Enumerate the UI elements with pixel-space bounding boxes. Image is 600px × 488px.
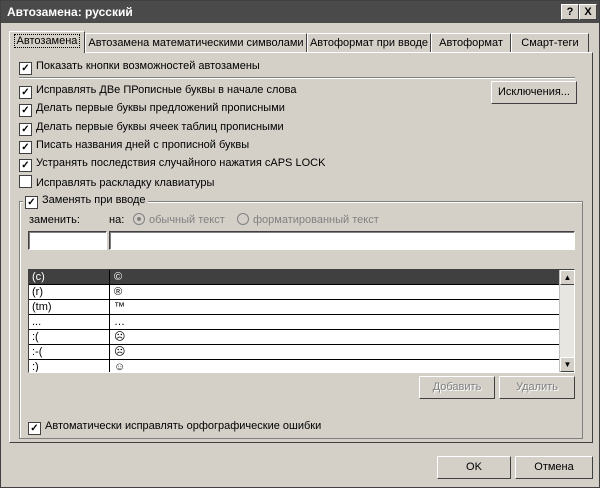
checkbox-checked[interactable]: ✓: [19, 141, 32, 154]
checkbox-checked[interactable]: ✓: [19, 104, 32, 117]
list-item[interactable]: :(☹: [29, 330, 559, 345]
checkbox-checked[interactable]: ✓: [19, 159, 32, 172]
checkbox-checked[interactable]: ✓: [19, 62, 32, 75]
sentence-caps-option[interactable]: ✓ Делать первые буквы предложений прописн…: [19, 101, 285, 117]
list-item[interactable]: (r) ®: [29, 285, 559, 300]
tab-autocorrect[interactable]: Автозамена: [9, 31, 85, 53]
list-item[interactable]: ...…: [29, 315, 559, 330]
radio-selected[interactable]: [133, 213, 145, 225]
list-item[interactable]: (tm) ™: [29, 300, 559, 315]
two-caps-option[interactable]: ✓ Исправлять ДВе ПРописные буквы в начале…: [19, 83, 296, 99]
close-button[interactable]: X: [579, 4, 597, 20]
add-button[interactable]: Добавить: [419, 376, 495, 399]
replacement-list[interactable]: (c) © (r) ® (tm) ™ ...… :(☹ :-(☹ :) ☺ ▲ ▼: [28, 269, 575, 373]
list-item[interactable]: :) ☺: [29, 360, 559, 372]
plain-text-radio[interactable]: обычный текст: [133, 213, 225, 227]
show-buttons-option[interactable]: ✓ Показать кнопки возможностей автозамены: [19, 59, 260, 75]
title-bar: Автозамена: русский ? X: [1, 1, 599, 23]
tab-smart-tags[interactable]: Смарт-теги: [511, 33, 589, 52]
checkbox-checked[interactable]: ✓: [28, 422, 41, 435]
spell-check-option[interactable]: ✓ Автоматически исправлять орфографически…: [28, 419, 321, 435]
radio-unselected[interactable]: [237, 213, 249, 225]
tab-autoformat[interactable]: Автоформат: [431, 33, 511, 52]
cancel-button[interactable]: Отмена: [515, 456, 593, 479]
scroll-up-icon[interactable]: ▲: [560, 270, 574, 285]
with-input[interactable]: [109, 231, 575, 250]
checkbox-checked[interactable]: ✓: [19, 123, 32, 136]
formatted-text-radio[interactable]: форматированный текст: [237, 213, 379, 227]
scroll-down-icon[interactable]: ▼: [560, 357, 574, 372]
autocorrect-dialog: Автозамена: русский ? X Автозамена Автоз…: [0, 0, 600, 488]
tab-autoformat-as-you-type[interactable]: Автоформат при вводе: [307, 33, 431, 52]
checkbox-unchecked[interactable]: [19, 175, 32, 188]
scrollbar[interactable]: ▲ ▼: [559, 270, 574, 372]
replace-label: заменить:: [29, 214, 80, 226]
list-item[interactable]: :-(☹: [29, 345, 559, 360]
replace-typing-option[interactable]: ✓ Заменять при вводе: [23, 194, 148, 209]
checkbox-checked[interactable]: ✓: [19, 86, 32, 99]
tab-math-autocorrect[interactable]: Автозамена математическими символами: [85, 33, 307, 52]
separator: [19, 77, 575, 79]
checkbox-checked[interactable]: ✓: [25, 196, 38, 209]
list-item[interactable]: (c) ©: [29, 270, 559, 285]
with-label: на:: [109, 214, 125, 226]
ok-button[interactable]: OK: [437, 456, 511, 479]
caps-lock-option[interactable]: ✓ Устранять последствия случайного нажати…: [19, 156, 325, 172]
help-button[interactable]: ?: [561, 4, 579, 20]
replace-input[interactable]: [28, 231, 107, 250]
cell-caps-option[interactable]: ✓ Делать первые буквы ячеек таблиц пропис…: [19, 120, 284, 136]
day-names-option[interactable]: ✓ Писать названия дней с прописной буквы: [19, 138, 249, 154]
keyboard-layout-option[interactable]: Исправлять раскладку клавиатуры: [19, 175, 214, 189]
window-title: Автозамена: русский: [7, 5, 133, 19]
delete-button[interactable]: Удалить: [499, 376, 575, 399]
exceptions-button[interactable]: Исключения...: [491, 81, 577, 104]
